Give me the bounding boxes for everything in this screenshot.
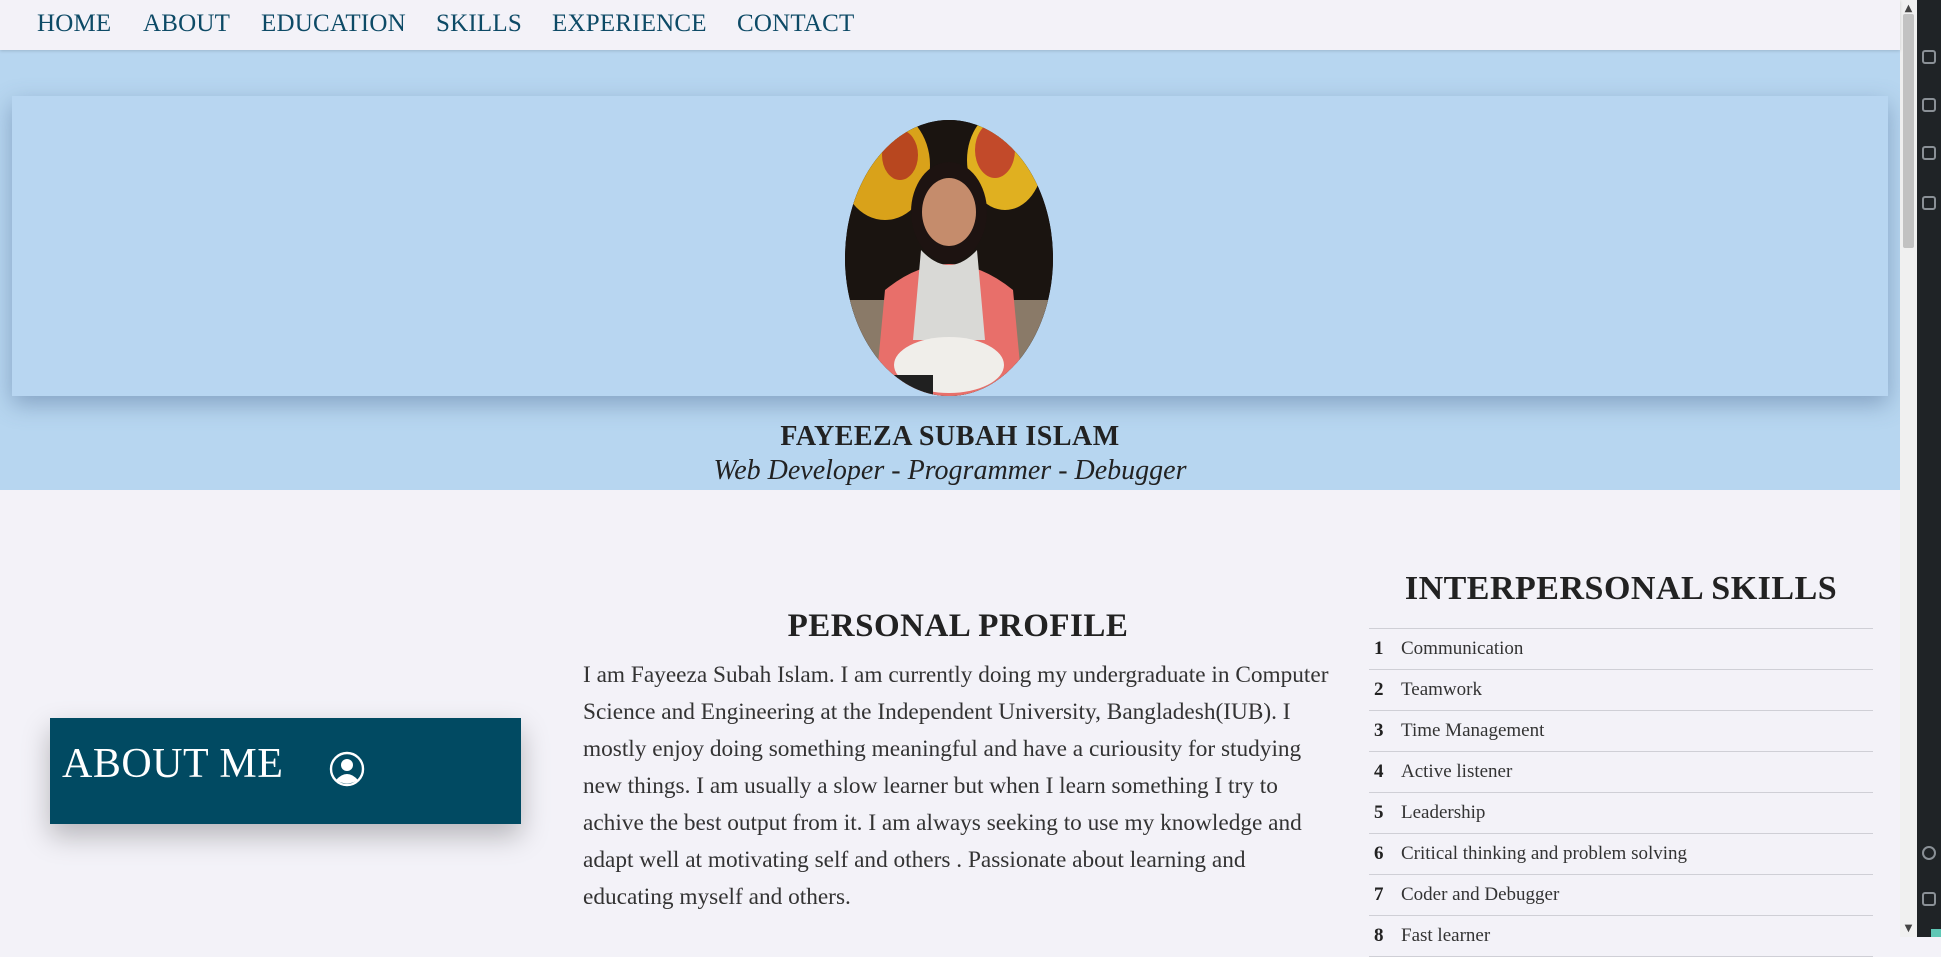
skill-number: 1 bbox=[1374, 638, 1384, 659]
panel-tool-icon[interactable] bbox=[1922, 146, 1936, 160]
skill-label: Time Management bbox=[1401, 720, 1545, 741]
top-navbar: HOME ABOUT EDUCATION SKILLS EXPERIENCE C… bbox=[0, 0, 1900, 50]
user-circle-icon bbox=[329, 751, 365, 787]
skill-item: 5 Leadership bbox=[1369, 793, 1873, 834]
browser-side-panel bbox=[1917, 0, 1941, 937]
skill-number: 7 bbox=[1374, 884, 1384, 905]
skill-number: 6 bbox=[1374, 843, 1384, 864]
skill-label: Active listener bbox=[1401, 761, 1513, 782]
nav-link-education[interactable]: EDUCATION bbox=[261, 10, 406, 38]
panel-tool-icon[interactable] bbox=[1922, 98, 1936, 112]
scroll-thumb[interactable] bbox=[1903, 14, 1914, 248]
panel-tool-icon[interactable] bbox=[1922, 892, 1936, 906]
hero-role: Web Developer - Programmer - Debugger bbox=[713, 455, 1187, 486]
skill-label: Fast learner bbox=[1401, 925, 1491, 946]
panel-tool-icon[interactable] bbox=[1922, 196, 1936, 210]
hero-name: FAYEEZA SUBAH ISLAM bbox=[780, 421, 1120, 452]
skill-item: 4 Active listener bbox=[1369, 752, 1873, 793]
skill-item: 3 Time Management bbox=[1369, 711, 1873, 752]
skill-number: 2 bbox=[1374, 679, 1384, 700]
skill-label: Teamwork bbox=[1401, 679, 1482, 700]
skills-list: 1 Communication 2 Teamwork 3 Time Managemen… bbox=[1369, 628, 1873, 957]
panel-tool-icon[interactable] bbox=[1922, 846, 1936, 860]
nav-link-experience[interactable]: EXPERIENCE bbox=[552, 10, 707, 38]
skills-title: INTERPERSONAL SKILLS bbox=[1404, 570, 1838, 607]
skill-number: 8 bbox=[1374, 925, 1384, 946]
nav-link-about[interactable]: ABOUT bbox=[143, 10, 230, 38]
panel-tool-icon[interactable] bbox=[1922, 50, 1936, 64]
skill-number: 5 bbox=[1374, 802, 1384, 823]
about-me-title: ABOUT ME bbox=[62, 741, 284, 787]
skill-item: 7 Coder and Debugger bbox=[1369, 875, 1873, 916]
skill-label: Leadership bbox=[1401, 802, 1486, 823]
nav-link-skills[interactable]: SKILLS bbox=[436, 10, 522, 38]
profile-photo bbox=[845, 120, 1053, 396]
personal-profile-title: PERSONAL PROFILE bbox=[787, 608, 1129, 644]
skill-item: 6 Critical thinking and problem solving bbox=[1369, 834, 1873, 875]
panel-indicator bbox=[1931, 929, 1941, 937]
skill-label: Critical thinking and problem solving bbox=[1401, 843, 1688, 864]
skill-number: 4 bbox=[1374, 761, 1384, 782]
skill-number: 3 bbox=[1374, 720, 1384, 741]
scroll-down-icon[interactable]: ▼ bbox=[1900, 920, 1917, 937]
about-me-box: ABOUT ME bbox=[50, 718, 521, 824]
personal-profile-text: I am Fayeeza Subah Islam. I am currently… bbox=[583, 662, 1329, 910]
nav-link-contact[interactable]: CONTACT bbox=[737, 10, 854, 38]
skill-label: Coder and Debugger bbox=[1401, 884, 1560, 905]
skill-label: Communication bbox=[1401, 638, 1524, 659]
skill-item: 1 Communication bbox=[1369, 629, 1873, 670]
nav-link-home[interactable]: HOME bbox=[37, 10, 111, 38]
skill-item: 2 Teamwork bbox=[1369, 670, 1873, 711]
vertical-scrollbar[interactable]: ▲ ▼ bbox=[1900, 0, 1917, 937]
